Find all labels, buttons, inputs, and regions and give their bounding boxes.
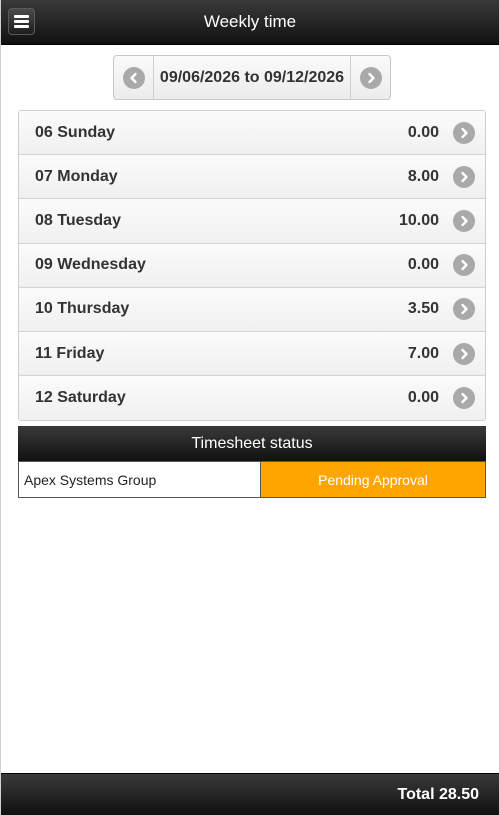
status-badge: Pending Approval [261, 462, 485, 497]
chevron-right-icon [453, 387, 475, 410]
day-list: 06 Sunday 0.00 07 Monday 8.00 08 Tuesday… [18, 110, 486, 422]
day-row-monday[interactable]: 07 Monday 8.00 [19, 155, 485, 200]
chevron-right-icon [359, 66, 382, 89]
day-row-sunday[interactable]: 06 Sunday 0.00 [19, 111, 485, 156]
timesheet-status-header: Timesheet status [18, 426, 486, 461]
day-hours: 10.00 [398, 211, 439, 229]
day-label: 08 Tuesday [35, 211, 121, 229]
chevron-left-icon [122, 66, 145, 89]
footer-bar: Total 28.50 [1, 773, 499, 815]
day-label: 07 Monday [35, 167, 118, 185]
chevron-right-icon [453, 342, 475, 365]
chevron-right-icon [453, 209, 475, 232]
total-hours: Total 28.50 [397, 785, 479, 803]
hamburger-menu-icon [14, 15, 29, 28]
menu-button[interactable] [8, 8, 35, 35]
chevron-right-icon [453, 165, 475, 188]
chevron-right-icon [453, 298, 475, 321]
day-hours: 7.00 [407, 344, 439, 362]
week-navigator: 09/06/2026 to 09/12/2026 [113, 55, 391, 100]
day-hours: 0.00 [407, 123, 439, 141]
app-header: Weekly time [1, 0, 499, 45]
day-hours: 3.50 [407, 300, 439, 318]
day-row-tuesday[interactable]: 08 Tuesday 10.00 [19, 199, 485, 244]
page-title: Weekly time [203, 12, 297, 31]
previous-week-button[interactable] [114, 56, 154, 99]
day-row-thursday[interactable]: 10 Thursday 3.50 [19, 287, 485, 332]
day-label: 09 Wednesday [35, 256, 146, 274]
next-week-button[interactable] [350, 56, 390, 99]
day-hours: 0.00 [407, 256, 439, 274]
day-row-wednesday[interactable]: 09 Wednesday 0.00 [19, 243, 485, 288]
chevron-right-icon [453, 121, 475, 144]
company-name: Apex Systems Group [19, 462, 261, 497]
day-hours: 8.00 [407, 167, 439, 185]
day-label: 10 Thursday [35, 300, 130, 318]
day-row-saturday[interactable]: 12 Saturday 0.00 [19, 376, 485, 421]
week-range: 09/06/2026 to 09/12/2026 [159, 68, 345, 86]
day-label: 12 Saturday [35, 389, 126, 407]
day-hours: 0.00 [407, 389, 439, 407]
day-row-friday[interactable]: 11 Friday 7.00 [19, 331, 485, 377]
day-label: 11 Friday [35, 344, 105, 362]
chevron-right-icon [453, 254, 475, 277]
timesheet-status-row: Apex Systems Group Pending Approval [18, 461, 486, 498]
day-label: 06 Sunday [35, 123, 116, 141]
